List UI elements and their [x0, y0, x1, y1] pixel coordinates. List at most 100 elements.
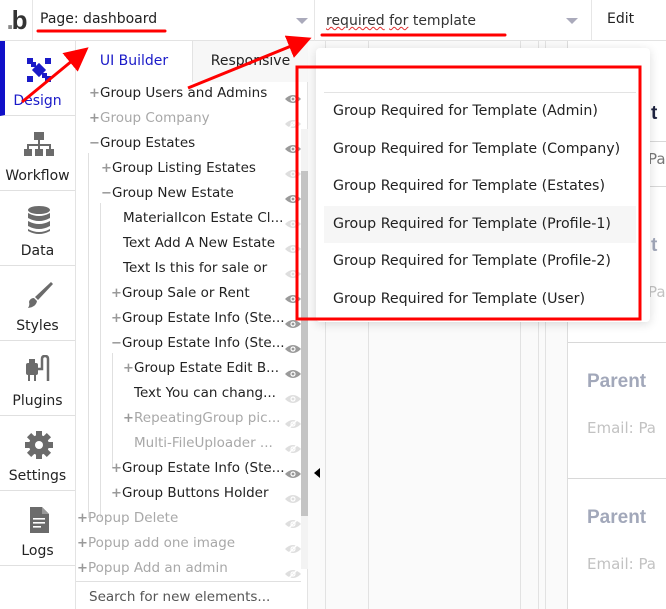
left-nav: Design Workflow Data Styles Plugins Sett…	[0, 41, 76, 609]
preview-card: Parent Email: Pa	[568, 478, 666, 609]
tree-item[interactable]: +Group Estate Info (Ste...	[111, 306, 285, 331]
eye-icon[interactable]	[285, 164, 301, 178]
tree-item[interactable]: +Group Estate Info (Ste...	[111, 456, 285, 481]
tree-item[interactable]: +Group Users and Admins	[89, 81, 267, 106]
tree-item[interactable]: +Group Listing Estates	[101, 156, 256, 181]
nav-logs[interactable]: Logs	[0, 491, 75, 566]
expand-icon[interactable]: +	[111, 281, 122, 306]
tree-item[interactable]: −Group Estate Info (Ste...	[111, 331, 285, 356]
eye-slash-icon[interactable]	[285, 114, 301, 129]
page-select-label: Page: dashboard	[40, 11, 158, 27]
eye-slash-icon[interactable]	[285, 539, 301, 554]
expand-icon[interactable]: +	[89, 81, 100, 106]
expand-icon[interactable]: +	[111, 456, 122, 481]
nav-label: Workflow	[5, 168, 70, 184]
dropdown-option[interactable]: Group Required for Template (Profile-1)	[324, 205, 636, 243]
tree-guide	[112, 353, 113, 468]
expand-icon[interactable]: +	[77, 531, 88, 556]
dropdown-option[interactable]: Group Required for Template (Estates)	[324, 168, 636, 205]
dropdown-option[interactable]: Group Required for Template (User)	[324, 281, 636, 318]
page-selector[interactable]: Page: dashboard	[32, 0, 315, 41]
tree-item[interactable]: +Popup Delete	[77, 506, 178, 531]
bubble-logo[interactable]: .b	[0, 0, 32, 41]
tree-item[interactable]: +Group Buttons Holder	[111, 481, 269, 506]
nav-workflow[interactable]: Workflow	[0, 116, 75, 191]
expand-icon[interactable]: +	[77, 506, 88, 531]
tree-item[interactable]: +Group Estate Edit B...	[123, 356, 279, 381]
eye-icon[interactable]	[285, 214, 301, 228]
eye-icon[interactable]	[285, 139, 301, 153]
document-icon	[30, 507, 49, 533]
dropdown-option[interactable]: Group Required for Template (Admin)	[324, 93, 636, 130]
tree-item-label: Group Company	[100, 110, 210, 126]
dropdown-option[interactable]: Group Required for Template (Company)	[324, 131, 636, 168]
expand-icon[interactable]: +	[89, 106, 100, 131]
element-search-input[interactable]: required for template	[315, 0, 592, 41]
eye-icon[interactable]	[285, 389, 301, 403]
tab-responsive[interactable]: Responsive	[192, 41, 308, 82]
card-text: Pa	[648, 150, 666, 168]
expand-icon[interactable]: +	[123, 406, 134, 431]
collapse-icon[interactable]: −	[101, 181, 112, 206]
nav-plugins[interactable]: Plugins	[0, 341, 75, 416]
eye-icon[interactable]	[285, 239, 301, 253]
eye-slash-icon[interactable]	[285, 414, 301, 429]
tree-item[interactable]: +Popup add one image	[77, 531, 235, 556]
tab-ui-builder[interactable]: UI Builder	[76, 41, 192, 82]
tree-item[interactable]: MaterialIcon Estate Cl...	[123, 206, 283, 231]
edit-menu[interactable]: Edit	[607, 11, 634, 27]
tree-item[interactable]: −Group Estates	[89, 131, 195, 156]
eye-icon[interactable]	[285, 489, 301, 503]
card-title: t	[651, 235, 658, 256]
eye-icon[interactable]	[285, 314, 301, 328]
chevron-down-icon	[296, 18, 308, 24]
gear-icon	[25, 431, 53, 459]
nav-data[interactable]: Data	[0, 191, 75, 266]
eye-icon[interactable]	[285, 464, 301, 478]
tree-item[interactable]: +Group Sale or Rent	[111, 281, 250, 306]
tree-item[interactable]: +RepeatingGroup pic...	[123, 406, 280, 431]
nav-styles[interactable]: Styles	[0, 266, 75, 341]
tree-item[interactable]: +Group Company	[89, 106, 210, 131]
tree-item-label: Group New Estate	[112, 185, 234, 201]
nav-label: Data	[20, 243, 55, 259]
eye-icon[interactable]	[285, 364, 301, 378]
tree-item-label: Group Estates	[100, 135, 196, 151]
eye-icon[interactable]	[285, 339, 301, 353]
search-new-elements[interactable]: Search for new elements...	[76, 581, 301, 609]
tree-item[interactable]: +Popup Add an admin	[77, 556, 228, 581]
expand-icon[interactable]: +	[77, 556, 88, 581]
eye-slash-icon[interactable]	[285, 439, 301, 454]
tree-item[interactable]: Text Add A New Estate	[123, 231, 275, 256]
collapse-icon[interactable]: −	[111, 331, 122, 356]
tree-item-label: Text Is this for sale or	[123, 260, 268, 276]
tree-item-label: Group Estate Edit B...	[134, 360, 279, 376]
expand-icon[interactable]: +	[101, 156, 112, 181]
tree-item[interactable]: Text Is this for sale or	[123, 256, 267, 281]
tree-item[interactable]: Multi-FileUploader ...	[134, 431, 273, 456]
eye-slash-icon[interactable]	[285, 514, 301, 529]
nav-design[interactable]: Design	[0, 41, 75, 116]
eye-icon[interactable]	[285, 264, 301, 278]
tree-item-label: Group Estate Info (Ste...	[122, 460, 285, 476]
eye-icon[interactable]	[285, 89, 301, 103]
expand-icon[interactable]: +	[111, 306, 122, 331]
nav-label: Settings	[8, 468, 67, 484]
tree-item[interactable]: −Group New Estate	[101, 181, 234, 206]
eye-icon[interactable]	[285, 289, 301, 303]
collapse-panel-arrow-icon[interactable]	[314, 468, 320, 478]
dropdown-option[interactable]: Group Required for Template (Profile-2)	[324, 243, 636, 280]
nav-settings[interactable]: Settings	[0, 416, 75, 491]
tree-item-label: Multi-FileUploader ...	[134, 435, 273, 451]
collapse-icon[interactable]: −	[89, 131, 100, 156]
database-icon	[28, 206, 50, 234]
tree-item[interactable]: Text You can chang...	[134, 381, 276, 406]
expand-icon[interactable]: +	[123, 356, 134, 381]
tree-scrollbar-thumb[interactable]	[301, 171, 308, 516]
eye-slash-icon[interactable]	[285, 564, 301, 579]
preview-card: Parent Email: Pa	[568, 342, 666, 478]
tree-item-label: MaterialIcon Estate Cl...	[123, 210, 284, 226]
eye-icon[interactable]	[285, 189, 301, 203]
tree-item-label: Group Buttons Holder	[122, 485, 269, 501]
expand-icon[interactable]: +	[111, 481, 122, 506]
